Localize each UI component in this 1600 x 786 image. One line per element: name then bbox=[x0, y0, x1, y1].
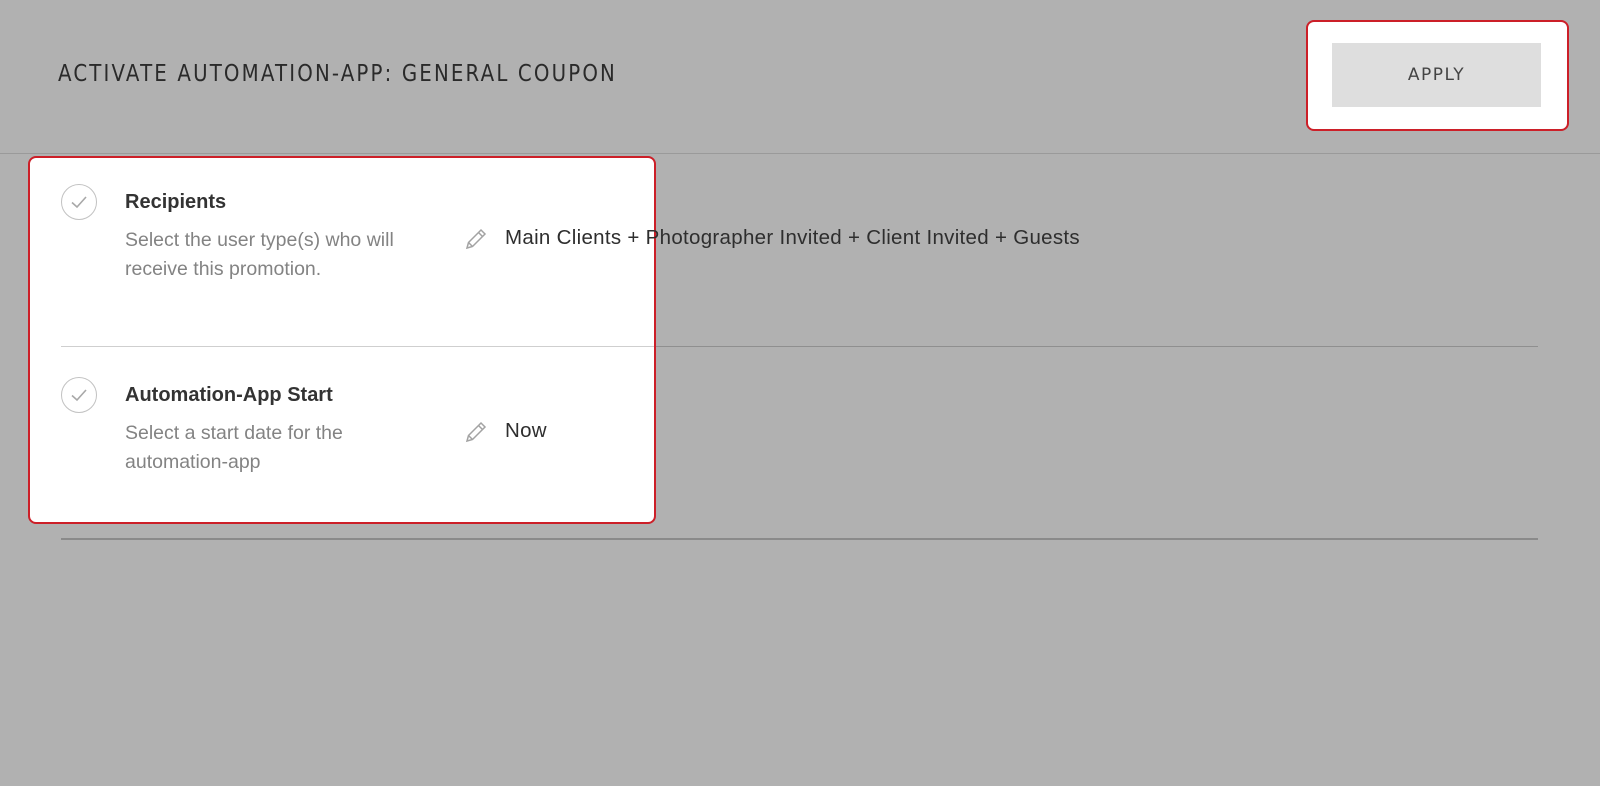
row-divider bbox=[61, 538, 1538, 540]
check-icon bbox=[61, 184, 97, 220]
step-description: Select a start date for the automation-a… bbox=[125, 422, 343, 473]
start-value[interactable]: Now bbox=[505, 419, 547, 443]
check-icon bbox=[61, 377, 97, 413]
apply-button[interactable]: APPLY bbox=[1332, 43, 1541, 107]
page-title: ACTIVATE AUTOMATION-APP: GENERAL COUPON bbox=[58, 61, 617, 87]
recipients-value[interactable]: Main Clients + Photographer Invited + Cl… bbox=[505, 226, 1080, 250]
card-divider bbox=[61, 346, 654, 347]
step-title: Automation-App Start bbox=[125, 384, 333, 406]
pencil-icon[interactable] bbox=[462, 225, 490, 253]
step-description: Select the user type(s) who will receive… bbox=[125, 229, 394, 280]
pencil-icon[interactable] bbox=[462, 418, 490, 446]
step-title: Recipients bbox=[125, 191, 227, 213]
